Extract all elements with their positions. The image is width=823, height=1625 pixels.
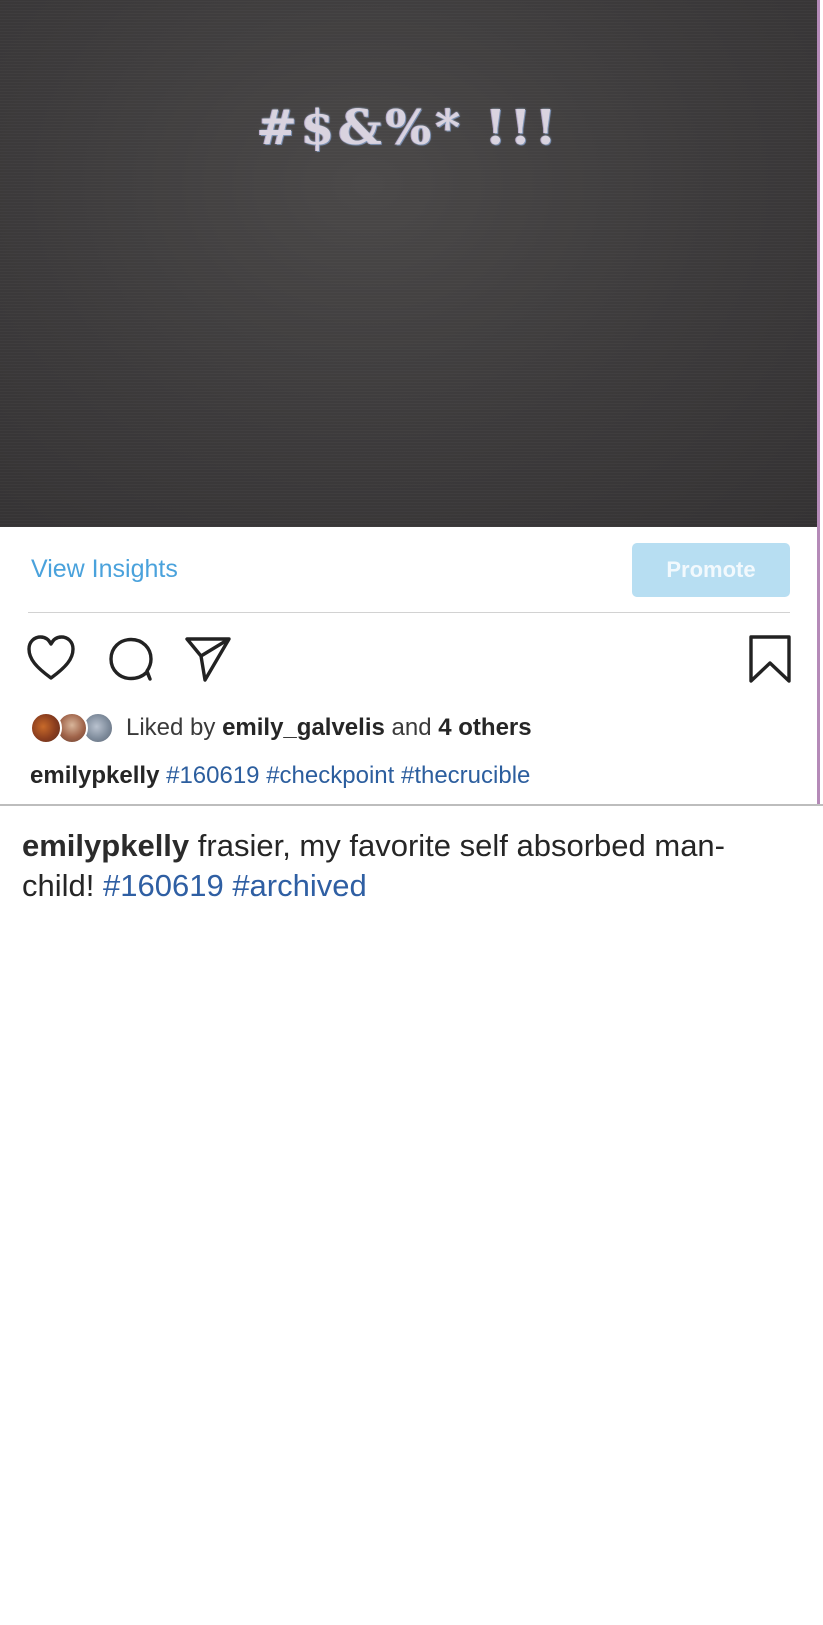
bookmark-icon[interactable]: [745, 634, 795, 684]
post-image-text: #$&%* !!!: [256, 100, 561, 156]
heart-icon[interactable]: [26, 634, 76, 684]
view-insights-link[interactable]: View Insights: [31, 555, 178, 584]
liked-by-user[interactable]: emily_galvelis: [222, 714, 385, 741]
full-caption-hashtag[interactable]: #160619: [103, 868, 224, 903]
liker-avatars[interactable]: [30, 711, 120, 745]
post-caption: emilypkelly #160619 #checkpoint #thecruc…: [30, 762, 530, 790]
insights-row: View Insights Promote: [0, 540, 817, 612]
caption-username[interactable]: emilypkelly: [30, 762, 159, 789]
liked-by-text: Liked by emily_galvelis and 4 others: [126, 714, 532, 742]
post-image[interactable]: #$&%* !!!: [0, 0, 817, 527]
caption-hashtag[interactable]: #thecrucible: [401, 762, 530, 789]
page: #$&%* !!! View Insights Promote Liked by…: [0, 0, 823, 1625]
divider: [28, 612, 790, 613]
avatar: [30, 712, 62, 744]
post-actions: [0, 632, 817, 692]
liked-by-prefix: Liked by: [126, 714, 216, 741]
post-card: #$&%* !!! View Insights Promote Liked by…: [0, 0, 820, 804]
comment-icon[interactable]: [107, 634, 157, 684]
caption-hashtag[interactable]: #checkpoint: [266, 762, 394, 789]
caption-hashtag[interactable]: #160619: [166, 762, 259, 789]
liked-by-others[interactable]: 4 others: [438, 714, 531, 741]
promote-button[interactable]: Promote: [632, 543, 790, 597]
card-edge: [0, 804, 823, 806]
likes-row: Liked by emily_galvelis and 4 others: [30, 710, 532, 746]
full-caption: emilypkelly frasier, my favorite self ab…: [22, 826, 782, 906]
liked-by-connector: and: [391, 714, 432, 741]
full-caption-username[interactable]: emilypkelly: [22, 828, 189, 863]
full-caption-hashtag[interactable]: #archived: [232, 868, 366, 903]
send-icon[interactable]: [183, 634, 233, 684]
